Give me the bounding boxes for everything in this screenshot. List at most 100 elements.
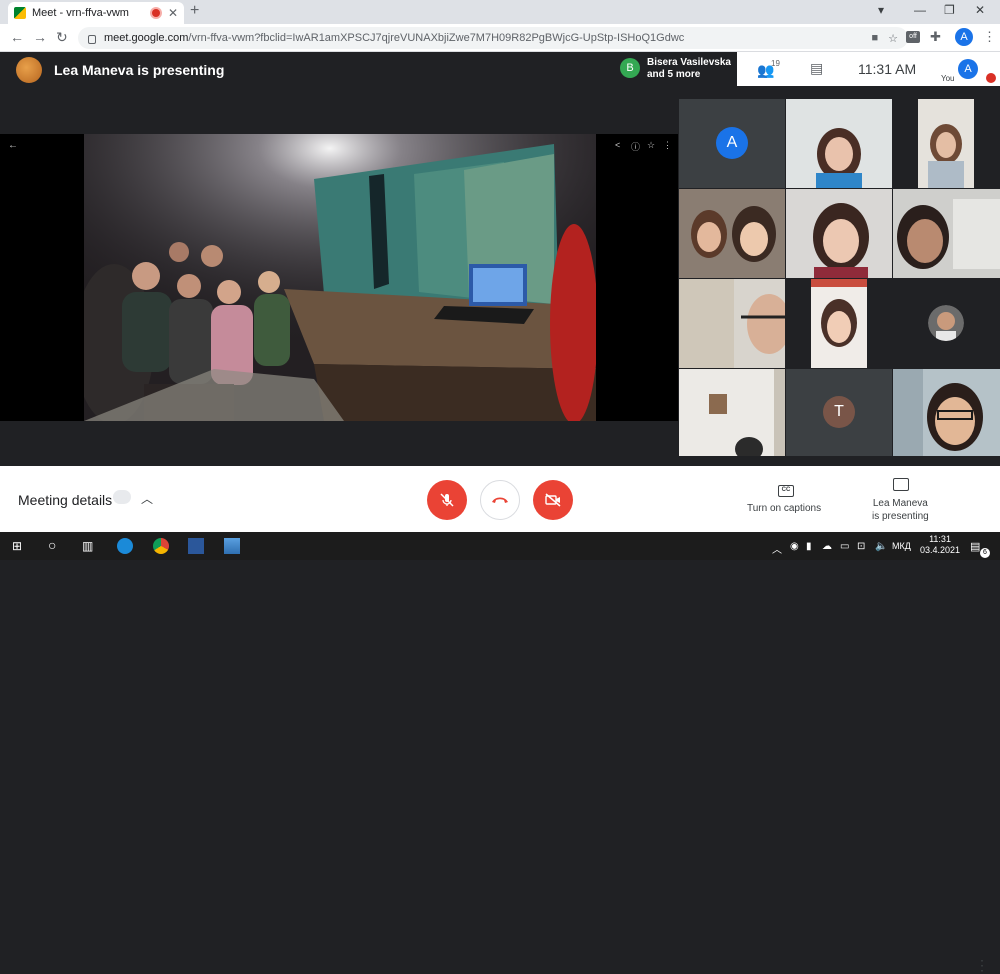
tray-chevron-icon[interactable]: ︿ xyxy=(772,541,782,556)
camera-off-icon xyxy=(545,493,561,507)
tray-network-icon[interactable]: ⊡ xyxy=(857,541,865,552)
chevron-up-icon[interactable]: ︿ xyxy=(141,490,153,507)
system-time: 11:31 xyxy=(929,534,951,544)
participant-video-7 xyxy=(679,279,785,368)
browser-tab-meet[interactable]: Meet - vrn-ffva-vwm ✕ xyxy=(8,2,184,24)
tab-title: Meet - vrn-ffva-vwm xyxy=(32,7,129,19)
participant-tile-11[interactable] xyxy=(893,369,1000,456)
system-clock[interactable]: 11:31 03.4.2021 xyxy=(920,534,960,556)
profile-avatar[interactable]: A xyxy=(955,28,973,46)
url-path: /vrn-ffva-vwm?fbclid=IwAR1amXPSCJ7qjreVU… xyxy=(188,32,685,44)
meet-favicon-icon xyxy=(14,7,26,19)
address-bar[interactable]: meet.google.com/vrn-ffva-vwm?fbclid=IwAR… xyxy=(78,27,908,49)
restore-window-button[interactable]: ❐ xyxy=(944,3,955,17)
presenting-status-button[interactable]: Lea Maneva is presenting xyxy=(872,497,929,523)
chrome-browser-icon[interactable] xyxy=(153,538,169,554)
extension-off-badge[interactable]: off xyxy=(906,31,920,43)
system-date: 03.4.2021 xyxy=(920,545,961,555)
self-avatar: A xyxy=(958,59,978,79)
input-language[interactable]: МКД xyxy=(892,541,911,551)
presenting-status-line2: is presenting xyxy=(872,511,929,522)
participant-avatar-photo[interactable] xyxy=(928,305,964,341)
tray-battery-icon[interactable]: ▭ xyxy=(840,541,849,552)
active-speaker-line2: and 5 more xyxy=(647,69,701,80)
close-tab-icon[interactable]: ✕ xyxy=(168,6,178,20)
camera-in-use-icon[interactable]: ■ xyxy=(871,32,878,44)
url-host: meet.google.com xyxy=(104,32,189,44)
participant-tile-10[interactable]: T xyxy=(786,369,892,456)
notification-count: 6 xyxy=(980,548,990,558)
participant-tile-8[interactable] xyxy=(811,279,867,368)
meeting-controls-bar: Meeting details ︿ ⋮ xyxy=(0,466,1000,973)
people-count: 19 xyxy=(771,59,780,68)
active-speaker-avatar: B xyxy=(620,58,640,78)
new-tab-button[interactable]: + xyxy=(190,2,199,20)
participant-tile-6[interactable] xyxy=(893,189,1000,278)
participant-video-5 xyxy=(786,189,892,278)
hang-up-icon xyxy=(492,497,508,503)
participant-video-9 xyxy=(679,369,785,456)
self-mic-off-icon xyxy=(986,73,996,83)
presenting-status-line1: Lea Maneva xyxy=(872,498,928,509)
browser-toolbar: ← → ↻ meet.google.com/vrn-ffva-vwm?fbcli… xyxy=(0,24,1000,52)
mic-off-icon xyxy=(440,493,454,507)
more-options-icon[interactable]: ⋮ xyxy=(975,957,989,974)
word-app-icon[interactable] xyxy=(188,538,204,554)
presentation-back-icon[interactable]: ← xyxy=(8,140,18,151)
presenter-avatar xyxy=(16,57,42,83)
active-speaker-line1: Bisera Vasilevska xyxy=(647,57,731,68)
search-circle-icon[interactable]: ○ xyxy=(48,537,56,553)
edge-browser-icon[interactable] xyxy=(117,538,133,554)
participant-video-11 xyxy=(893,369,1000,456)
camera-toggle-button[interactable] xyxy=(533,480,573,520)
notification-center-icon[interactable]: ▤ xyxy=(970,540,980,553)
leave-call-button[interactable] xyxy=(480,480,520,520)
chrome-menu-icon[interactable]: ⋮ xyxy=(983,29,996,45)
participant-tile-4[interactable] xyxy=(679,189,785,278)
windows-taskbar: ⊞ ○ ▥ ︿ ◉ ▮ ☁ ▭ ⊡ 🔈 ▤ 6 xyxy=(0,532,1000,560)
tray-cloud-icon[interactable]: ☁ xyxy=(822,541,832,552)
minimize-window-button[interactable]: — xyxy=(914,3,926,17)
tab-search-icon[interactable]: ▾ xyxy=(878,3,884,17)
participant-video-2 xyxy=(786,99,892,188)
star-icon[interactable]: ☆ xyxy=(647,140,655,151)
participant-tile-1[interactable]: A xyxy=(679,99,785,188)
browser-tab-strip: Meet - vrn-ffva-vwm ✕ + ▾ — ❐ ✕ xyxy=(0,0,1000,24)
photos-app-icon[interactable] xyxy=(224,538,240,554)
back-arrow-icon[interactable]: ← xyxy=(10,29,24,45)
participant-tile-3[interactable] xyxy=(918,99,974,188)
recording-indicator-icon xyxy=(151,9,160,17)
task-view-icon[interactable]: ▥ xyxy=(82,539,93,553)
present-screen-icon[interactable] xyxy=(893,478,909,491)
tray-volume-icon[interactable]: 🔈 xyxy=(875,541,887,552)
tray-mic-icon[interactable]: ▮ xyxy=(806,541,812,552)
participant-tile-5[interactable] xyxy=(786,189,892,278)
chat-icon[interactable]: ▤ xyxy=(810,60,823,77)
presentation-more-icon[interactable]: ⋮ xyxy=(663,140,672,151)
participant-tile-2[interactable] xyxy=(786,99,892,188)
share-icon[interactable]: < xyxy=(615,140,620,150)
extensions-puzzle-icon[interactable]: ✚ xyxy=(930,29,941,45)
presenting-banner: Lea Maneva is presenting xyxy=(16,57,224,83)
tray-security-icon[interactable]: ◉ xyxy=(790,541,799,552)
participant-tile-7[interactable] xyxy=(679,279,785,368)
forward-arrow-icon[interactable]: → xyxy=(33,29,47,45)
windows-start-icon[interactable]: ⊞ xyxy=(12,539,22,553)
participant-video-8 xyxy=(811,279,867,368)
puppet-show-photo xyxy=(84,134,596,421)
mic-toggle-button[interactable] xyxy=(427,480,467,520)
captions-icon[interactable]: CC xyxy=(778,485,794,497)
shared-screen-photo xyxy=(84,134,596,421)
participant-video-3 xyxy=(918,99,974,188)
participant-video-4 xyxy=(679,189,785,278)
reload-icon[interactable]: ↻ xyxy=(56,29,68,46)
url-text: meet.google.com/vrn-ffva-vwm?fbclid=IwAR… xyxy=(104,32,861,44)
participant-tile-9[interactable] xyxy=(679,369,785,456)
info-icon[interactable]: ⓘ xyxy=(631,140,640,153)
captions-button[interactable]: Turn on captions xyxy=(747,503,821,514)
close-window-button[interactable]: ✕ xyxy=(975,3,985,17)
bookmark-star-icon[interactable]: ☆ xyxy=(888,32,898,45)
participant-avatar-image xyxy=(928,305,964,341)
meeting-details-button[interactable]: Meeting details xyxy=(18,492,112,508)
participant-avatar-letter: A xyxy=(716,127,748,159)
